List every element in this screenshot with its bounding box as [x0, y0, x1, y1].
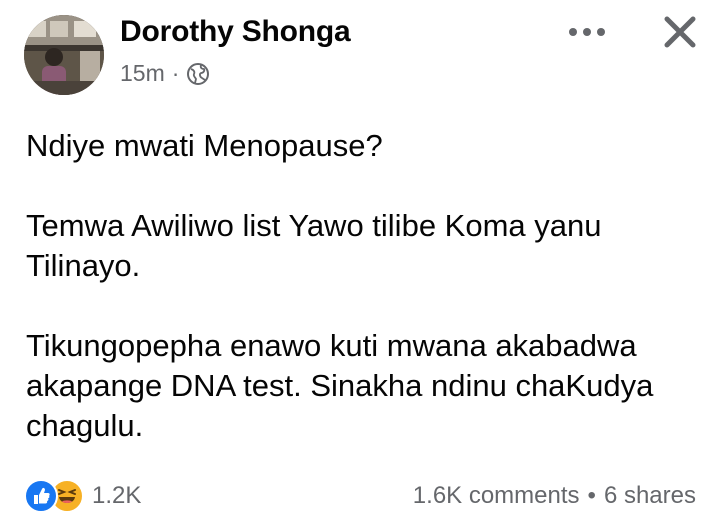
stats-separator: •	[587, 482, 596, 509]
post-body: Ndiye mwati Menopause? Temwa Awiliwo lis…	[26, 126, 706, 446]
post-paragraph: Temwa Awiliwo list Yawo tilibe Koma yanu…	[26, 208, 602, 283]
engagement-stats: 1.6K comments • 6 shares	[413, 482, 696, 510]
like-icon	[24, 479, 58, 513]
post-paragraph: Tikungopepha enawo kuti mwana akabadwa a…	[26, 328, 654, 443]
close-icon	[664, 16, 696, 48]
more-options-button[interactable]	[567, 22, 607, 42]
shares-count[interactable]: 6 shares	[604, 482, 696, 510]
reaction-count: 1.2K	[92, 482, 142, 509]
more-horizontal-icon	[569, 28, 605, 36]
globe-icon	[186, 62, 210, 86]
author-name[interactable]: Dorothy Shonga	[120, 15, 351, 49]
post-paragraph: Ndiye mwati Menopause?	[26, 128, 383, 163]
post-footer: 1.2K 1.6K comments • 6 shares	[0, 475, 720, 515]
close-button[interactable]	[660, 12, 700, 52]
post-header: Dorothy Shonga 15m ·	[0, 0, 720, 110]
post-timestamp[interactable]: 15m	[120, 60, 165, 87]
meta-separator: ·	[171, 60, 180, 86]
reactions-summary[interactable]: 1.2K	[24, 479, 141, 513]
comments-count[interactable]: 1.6K comments	[413, 482, 580, 510]
avatar[interactable]	[24, 15, 104, 95]
post-meta: 15m ·	[120, 60, 210, 87]
